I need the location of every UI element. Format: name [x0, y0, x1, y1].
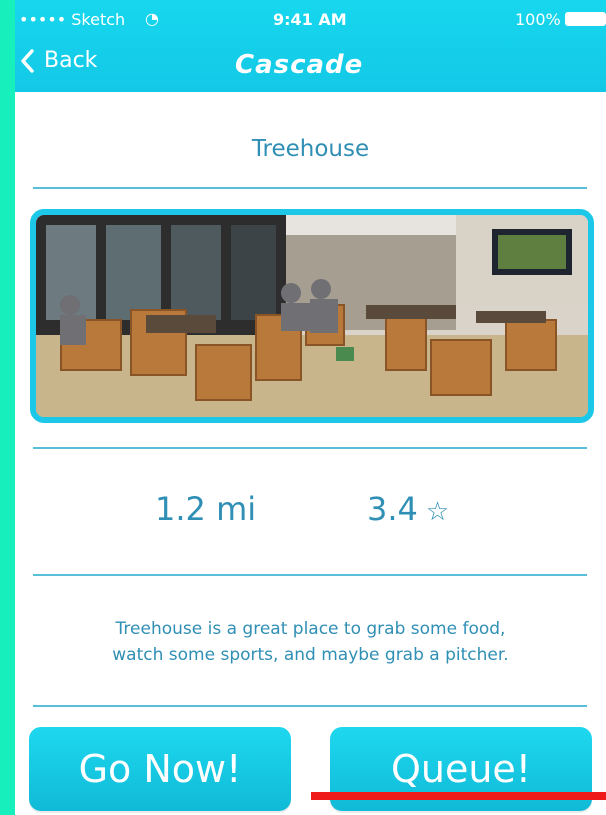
header: ••••• Sketch ◔ 9:41 AM 100% Back Cascade [15, 0, 606, 92]
app-frame: ••••• Sketch ◔ 9:41 AM 100% Back Cascade… [15, 0, 606, 815]
description-line: Treehouse is a great place to grab some … [115, 619, 506, 639]
star-outline-icon: ☆ [425, 497, 450, 527]
divider [33, 705, 587, 707]
venue-description: Treehouse is a great place to grab some … [15, 616, 606, 668]
venue-stats: 1.2 mi 3.4 ☆ [15, 490, 606, 540]
back-label: Back [44, 48, 98, 73]
chevron-left-icon [20, 48, 36, 73]
rating-value: 3.4 ☆ [367, 490, 449, 528]
venue-photo [30, 209, 594, 423]
place-title: Treehouse [251, 136, 370, 162]
highlight-bar [311, 792, 606, 800]
divider [33, 447, 587, 449]
status-bar: ••••• Sketch ◔ 9:41 AM 100% [15, 0, 606, 40]
status-time: 9:41 AM [273, 10, 347, 29]
divider [33, 574, 587, 576]
description-line: watch some sports, and maybe grab a pitc… [112, 645, 509, 665]
battery-percentage: 100% [515, 10, 561, 29]
battery-icon [565, 12, 606, 26]
rating-number: 3.4 [367, 490, 418, 528]
navigation-bar: Back Cascade [15, 44, 606, 84]
wifi-icon: ◔ [145, 9, 159, 28]
divider [33, 187, 587, 189]
go-now-button[interactable]: Go Now! [29, 727, 291, 811]
back-button[interactable]: Back [20, 48, 97, 73]
app-title: Cascade [235, 50, 364, 80]
venue-photo-illustration [36, 215, 588, 417]
distance-value: 1.2 mi [155, 490, 257, 528]
carrier-label: ••••• Sketch [19, 10, 126, 29]
